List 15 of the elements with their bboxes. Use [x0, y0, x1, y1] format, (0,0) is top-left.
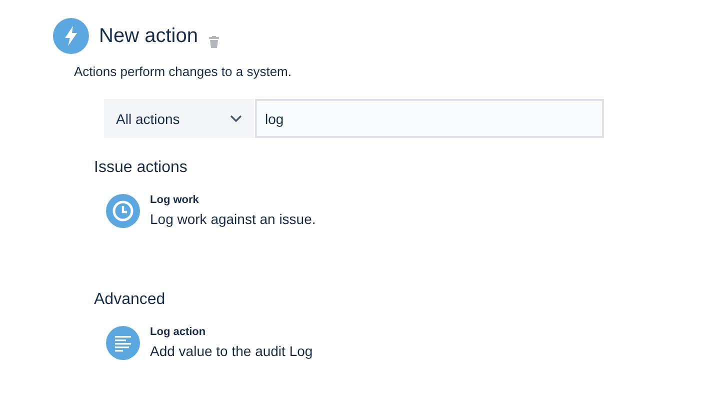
- action-title[interactable]: Log work: [150, 194, 316, 206]
- clock-icon: [106, 194, 140, 228]
- action-description: Log work against an issue.: [150, 211, 316, 227]
- lightning-icon: [53, 18, 89, 54]
- page-title: New action: [99, 24, 198, 48]
- action-description: Add value to the audit Log: [150, 343, 313, 359]
- section-heading: Advanced: [94, 291, 166, 309]
- search-field[interactable]: log: [255, 99, 604, 138]
- action-type-dropdown[interactable]: All actions: [104, 99, 254, 138]
- action-title[interactable]: Log action: [150, 326, 313, 338]
- trash-icon: [208, 36, 219, 48]
- section-heading: Issue actions: [94, 159, 188, 177]
- page-description: Actions perform changes to a system.: [74, 64, 292, 79]
- chevron-down-icon: [230, 114, 242, 122]
- text-lines-icon: [106, 326, 140, 360]
